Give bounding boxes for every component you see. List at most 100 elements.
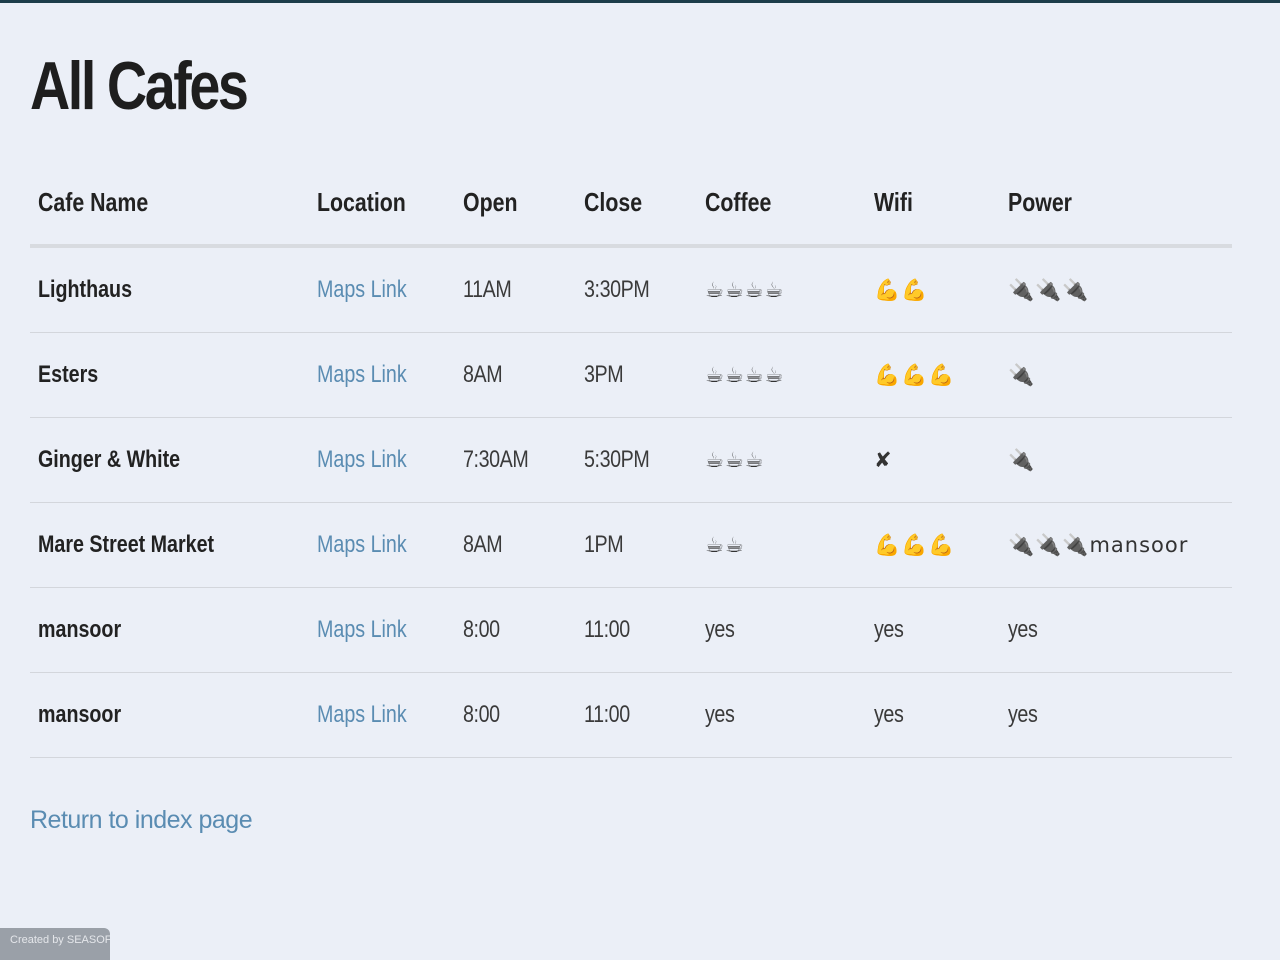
cafe-name-cell: Ginger & White (30, 417, 309, 503)
header-coffee: Coffee (697, 160, 866, 248)
header-cafe-name: Cafe Name (30, 160, 309, 248)
location-cell: Maps Link (309, 246, 455, 333)
wifi-cell: 💪💪 (866, 246, 1000, 333)
header-close: Close (576, 160, 697, 248)
close-time: 1PM (584, 531, 624, 558)
maps-link[interactable]: Maps Link (317, 616, 407, 644)
coffee-cell: yes (697, 672, 866, 758)
table-header: Cafe Name Location Open Close Coffee Wif… (30, 160, 1232, 248)
wifi-cell: 💪💪💪 (866, 502, 1000, 588)
power-cell: 🔌🔌🔌mansoor (1000, 502, 1232, 588)
close-time: 5:30PM (584, 446, 650, 473)
close-cell: 1PM (576, 502, 697, 588)
location-cell: Maps Link (309, 417, 455, 503)
power-plug-icon: 🔌🔌🔌mansoor (1008, 533, 1189, 557)
flexed-biceps-icon: 💪💪💪 (874, 533, 956, 557)
coffee-cell: ☕☕☕☕ (697, 246, 866, 333)
cafe-name: Lighthaus (38, 276, 133, 303)
cafes-table: Cafe Name Location Open Close Coffee Wif… (30, 160, 1232, 758)
cross-mark-icon: ✘ (874, 448, 893, 472)
coffee-value: yes (705, 701, 735, 728)
open-time: 8AM (463, 361, 503, 388)
location-cell: Maps Link (309, 502, 455, 588)
wifi-value: yes (874, 616, 904, 643)
coffee-cell: ☕☕ (697, 502, 866, 588)
cafe-name: mansoor (38, 701, 122, 728)
location-cell: Maps Link (309, 587, 455, 673)
power-value: yes (1008, 701, 1038, 728)
cafe-name-cell: Esters (30, 332, 309, 418)
header-close-label: Close (584, 186, 643, 217)
maps-link[interactable]: Maps Link (317, 361, 407, 389)
cafe-name-cell: Mare Street Market (30, 502, 309, 588)
coffee-icon: ☕☕☕☕ (705, 278, 785, 302)
close-time: 11:00 (584, 701, 630, 728)
wifi-cell: 💪💪💪 (866, 332, 1000, 418)
cafe-name-cell: mansoor (30, 587, 309, 673)
cafe-name: Mare Street Market (38, 531, 215, 558)
power-plug-icon: 🔌 (1008, 448, 1036, 472)
header-power-label: Power (1008, 186, 1072, 217)
open-time: 8AM (463, 531, 503, 558)
table-body: Lighthaus Maps Link 11AM 3:30PM ☕☕☕☕ 💪💪 … (30, 246, 1232, 758)
location-cell: Maps Link (309, 332, 455, 418)
coffee-cell: yes (697, 587, 866, 673)
power-value: yes (1008, 616, 1038, 643)
open-time: 8:00 (463, 701, 500, 728)
wifi-value: yes (874, 701, 904, 728)
maps-link[interactable]: Maps Link (317, 276, 407, 304)
cafe-name: Esters (38, 361, 99, 388)
open-cell: 8:00 (455, 672, 576, 758)
open-cell: 8AM (455, 332, 576, 418)
maps-link[interactable]: Maps Link (317, 446, 407, 474)
open-time: 11AM (463, 276, 512, 303)
table-row: Esters Maps Link 8AM 3PM ☕☕☕☕ 💪💪💪 🔌 (30, 332, 1232, 418)
header-coffee-label: Coffee (705, 186, 772, 217)
header-wifi-label: Wifi (874, 186, 913, 217)
power-cell: yes (1000, 587, 1232, 673)
header-wifi: Wifi (866, 160, 1000, 248)
close-time: 3PM (584, 361, 624, 388)
header-cafe-name-label: Cafe Name (38, 186, 149, 217)
page-title: All Cafes (30, 48, 249, 124)
close-cell: 3:30PM (576, 246, 697, 333)
wifi-cell: yes (866, 672, 1000, 758)
coffee-cell: ☕☕☕ (697, 417, 866, 503)
table-row: mansoor Maps Link 8:00 11:00 yes yes yes (30, 672, 1232, 758)
coffee-icon: ☕☕☕☕ (705, 363, 785, 387)
power-plug-icon: 🔌 (1008, 363, 1036, 387)
open-time: 8:00 (463, 616, 500, 643)
close-cell: 11:00 (576, 587, 697, 673)
close-cell: 11:00 (576, 672, 697, 758)
close-time: 11:00 (584, 616, 630, 643)
cafe-name: Ginger & White (38, 446, 181, 473)
header-open-label: Open (463, 186, 518, 217)
maps-link[interactable]: Maps Link (317, 531, 407, 559)
flexed-biceps-icon: 💪💪 (874, 278, 929, 302)
location-cell: Maps Link (309, 672, 455, 758)
cafe-name-cell: Lighthaus (30, 246, 309, 333)
coffee-icon: ☕☕☕ (705, 448, 765, 472)
close-cell: 5:30PM (576, 417, 697, 503)
header-open: Open (455, 160, 576, 248)
coffee-value: yes (705, 616, 735, 643)
header-location-label: Location (317, 186, 406, 217)
open-cell: 11AM (455, 246, 576, 333)
header-location: Location (309, 160, 455, 248)
top-accent-bar (0, 0, 1280, 3)
return-to-index-link[interactable]: Return to index page (30, 806, 253, 835)
open-cell: 8AM (455, 502, 576, 588)
wifi-cell: ✘ (866, 417, 1000, 503)
power-cell: 🔌 (1000, 417, 1232, 503)
close-cell: 3PM (576, 332, 697, 418)
header-power: Power (1000, 160, 1232, 248)
table-row: Ginger & White Maps Link 7:30AM 5:30PM ☕… (30, 417, 1232, 503)
wifi-cell: yes (866, 587, 1000, 673)
flexed-biceps-icon: 💪💪💪 (874, 363, 956, 387)
header-row: Cafe Name Location Open Close Coffee Wif… (30, 160, 1232, 248)
table-row: mansoor Maps Link 8:00 11:00 yes yes yes (30, 587, 1232, 673)
close-time: 3:30PM (584, 276, 650, 303)
power-cell: 🔌🔌🔌 (1000, 246, 1232, 333)
power-cell: 🔌 (1000, 332, 1232, 418)
maps-link[interactable]: Maps Link (317, 701, 407, 729)
